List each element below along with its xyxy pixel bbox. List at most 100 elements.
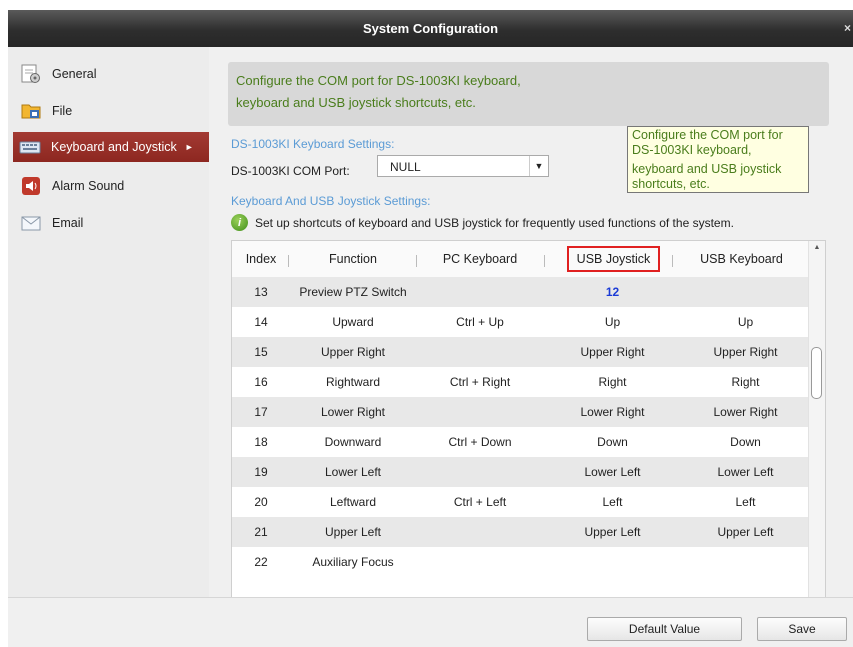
folder-icon: [20, 101, 42, 121]
keyboard-settings-title: DS-1003KI Keyboard Settings:: [231, 137, 395, 151]
info-icon: i: [231, 214, 248, 231]
sidebar-item-label: General: [52, 67, 97, 81]
default-value-button[interactable]: Default Value: [587, 617, 742, 641]
cell-usb-joystick[interactable]: Lower Right: [544, 397, 681, 427]
info-line: Configure the COM port for DS-1003KI key…: [236, 73, 521, 88]
column-header-usb-joystick[interactable]: USB Joystick: [567, 246, 660, 272]
close-icon[interactable]: ×: [844, 21, 851, 35]
cell-usb-keyboard[interactable]: [681, 277, 810, 307]
cell-function: Upper Right: [320, 345, 386, 359]
column-divider: [288, 255, 289, 267]
sidebar-item-file[interactable]: File: [14, 96, 209, 126]
cell-function: Downward: [324, 435, 382, 449]
cell-pc-keyboard[interactable]: Ctrl + Right: [416, 367, 544, 397]
cell-usb-joystick[interactable]: Upper Right: [544, 337, 681, 367]
scroll-up-icon[interactable]: ▲: [809, 244, 825, 251]
cell-usb-keyboard[interactable]: Right: [681, 367, 810, 397]
cell-pc-keyboard[interactable]: [416, 517, 544, 547]
cell-pc-keyboard[interactable]: Ctrl + Up: [416, 307, 544, 337]
cell-function: Leftward: [329, 495, 377, 509]
sidebar-item-keyboard-and-joystick[interactable]: Keyboard and Joystick ►: [13, 132, 215, 162]
cell-pc-keyboard[interactable]: [416, 397, 544, 427]
cell-usb-joystick[interactable]: [544, 547, 681, 577]
cell-pc-keyboard[interactable]: Ctrl + Left: [416, 487, 544, 517]
cell-usb-joystick[interactable]: Down: [544, 427, 681, 457]
column-header-function[interactable]: Function: [290, 241, 416, 277]
table-row[interactable]: 13 Preview PTZ Switch 12: [232, 277, 810, 307]
column-header-index[interactable]: Index: [232, 241, 290, 277]
vertical-scrollbar[interactable]: ▲ ▼: [808, 241, 825, 618]
cell-function: Upward: [332, 315, 374, 329]
window-title: System Configuration: [362, 21, 499, 36]
cell-usb-joystick[interactable]: Up: [544, 307, 681, 337]
cell-index: 22: [254, 555, 268, 569]
tooltip-line: DS-1003KI keyboard,: [632, 143, 752, 157]
chevron-down-icon[interactable]: ▼: [529, 156, 548, 176]
sidebar-item-label: File: [52, 104, 73, 118]
cell-usb-joystick[interactable]: Right: [544, 367, 681, 397]
cell-usb-joystick[interactable]: Lower Left: [544, 457, 681, 487]
cell-function: Rightward: [325, 375, 381, 389]
cell-pc-keyboard[interactable]: [416, 277, 544, 307]
joystick-settings-title: Keyboard And USB Joystick Settings:: [231, 194, 431, 208]
cell-index: 18: [254, 435, 268, 449]
table-row[interactable]: 18 Downward Ctrl + Down Down Down: [232, 427, 810, 457]
sidebar-item-email[interactable]: Email: [14, 208, 209, 238]
cell-index: 20: [254, 495, 268, 509]
table-row[interactable]: 20 Leftward Ctrl + Left Left Left: [232, 487, 810, 517]
scrollbar-thumb[interactable]: [811, 347, 822, 399]
email-icon: [20, 213, 42, 233]
shortcut-table: Index Function PC Keyboard USB Joystick …: [231, 240, 826, 619]
cell-pc-keyboard[interactable]: [416, 457, 544, 487]
table-row[interactable]: 14 Upward Ctrl + Up Up Up: [232, 307, 810, 337]
save-button[interactable]: Save: [757, 617, 847, 641]
cell-usb-keyboard[interactable]: Down: [681, 427, 810, 457]
tooltip-line: shortcuts, etc.: [632, 177, 710, 191]
cell-pc-keyboard[interactable]: [416, 337, 544, 367]
tooltip-line: keyboard and USB joystick: [632, 162, 782, 176]
sidebar-item-label: Alarm Sound: [52, 179, 125, 193]
cell-usb-keyboard[interactable]: Up: [681, 307, 810, 337]
cell-usb-joystick[interactable]: Left: [544, 487, 681, 517]
cell-usb-keyboard[interactable]: Lower Left: [681, 457, 810, 487]
cell-function: Preview PTZ Switch: [299, 285, 407, 299]
cell-usb-keyboard[interactable]: Upper Left: [681, 517, 810, 547]
cell-usb-keyboard[interactable]: Left: [681, 487, 810, 517]
cell-index: 14: [254, 315, 268, 329]
sidebar-item-alarm-sound[interactable]: Alarm Sound: [14, 171, 209, 201]
speaker-icon: [20, 176, 42, 196]
table-row[interactable]: 19 Lower Left Lower Left Lower Left: [232, 457, 810, 487]
cell-index: 16: [254, 375, 268, 389]
cell-pc-keyboard[interactable]: Ctrl + Down: [416, 427, 544, 457]
table-row[interactable]: 17 Lower Right Lower Right Lower Right: [232, 397, 810, 427]
shortcut-hint: i Set up shortcuts of keyboard and USB j…: [231, 214, 734, 231]
cell-index: 19: [254, 465, 268, 479]
com-port-value: NULL: [390, 160, 421, 174]
cell-usb-keyboard[interactable]: [681, 547, 810, 577]
table-row[interactable]: 16 Rightward Ctrl + Right Right Right: [232, 367, 810, 397]
cell-usb-joystick[interactable]: Upper Left: [544, 517, 681, 547]
cell-function: Upper Left: [324, 525, 382, 539]
cell-pc-keyboard[interactable]: [416, 547, 544, 577]
keyboard-icon: [19, 137, 41, 157]
cell-index: 21: [254, 525, 268, 539]
column-header-usb-keyboard[interactable]: USB Keyboard: [673, 241, 810, 277]
cell-usb-joystick[interactable]: 12: [544, 277, 681, 307]
table-row[interactable]: 21 Upper Left Upper Left Upper Left: [232, 517, 810, 547]
table-row[interactable]: 22 Auxiliary Focus: [232, 547, 810, 577]
cell-usb-keyboard[interactable]: Upper Right: [681, 337, 810, 367]
main-panel: Configure the COM port for DS-1003KI key…: [209, 47, 853, 619]
column-header-pc-keyboard[interactable]: PC Keyboard: [416, 241, 544, 277]
info-line: keyboard and USB joystick shortcuts, etc…: [236, 95, 476, 110]
table-row[interactable]: 15 Upper Right Upper Right Upper Right: [232, 337, 810, 367]
info-banner: Configure the COM port for DS-1003KI key…: [228, 62, 829, 126]
cell-index: 17: [254, 405, 268, 419]
column-divider: [544, 255, 545, 267]
cell-function: Lower Right: [320, 405, 386, 419]
sidebar-item-general[interactable]: General: [14, 59, 209, 89]
cell-usb-keyboard[interactable]: Lower Right: [681, 397, 810, 427]
com-port-select[interactable]: NULL ▼: [377, 155, 549, 177]
footer-bar: Default Value Save: [8, 597, 853, 647]
hint-text: Set up shortcuts of keyboard and USB joy…: [255, 215, 734, 230]
cell-function: Lower Left: [324, 465, 382, 479]
